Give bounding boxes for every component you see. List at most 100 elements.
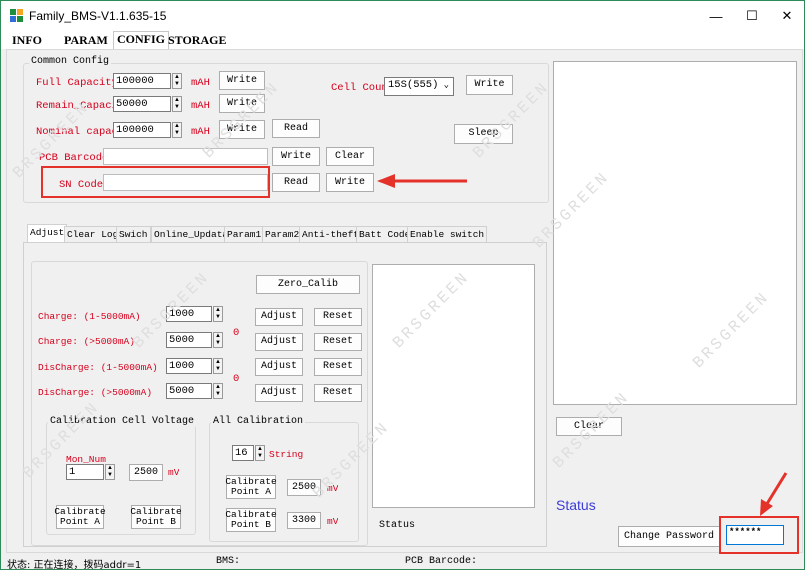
menu-config[interactable]: CONFIG xyxy=(113,31,169,49)
pcb-barcode-label: PCB Barcode xyxy=(39,152,109,164)
tab-clear-log[interactable]: Clear Log xyxy=(64,226,122,242)
cell-voltage-legend: Calibration Cell Voltage xyxy=(48,416,197,427)
annotation-arrow-icon xyxy=(760,472,788,516)
window-title: Family_BMS-V1.1.635-15 xyxy=(29,9,167,23)
nominal-capacity-write-button[interactable]: Write xyxy=(219,120,265,139)
full-capacity-spinner[interactable]: ▲ ▼ xyxy=(172,73,182,89)
charge-high-input[interactable]: 5000 xyxy=(166,332,212,348)
cell-count-value: 15S(555) xyxy=(388,79,439,91)
menu-param[interactable]: PARAM xyxy=(64,33,108,48)
discharge-high-reset-button[interactable]: Reset xyxy=(314,384,362,402)
discharge-low-input[interactable]: 1000 xyxy=(166,358,212,374)
discharge-zero-value: 0 xyxy=(233,373,240,385)
discharge-low-label: DisCharge: (1-5000mA) xyxy=(38,362,158,373)
charge-low-label: Charge: (1-5000mA) xyxy=(38,311,141,322)
sn-code-write-button[interactable]: Write xyxy=(326,173,374,192)
change-password-button[interactable]: Change Password xyxy=(618,526,720,547)
tab-swich[interactable]: Swich xyxy=(116,226,151,242)
charge-high-spinner[interactable]: ▲ ▼ xyxy=(213,332,223,348)
all-calibration-legend: All Calibration xyxy=(211,416,306,427)
menu-info[interactable]: INFO xyxy=(12,33,42,48)
cell-voltage-value[interactable]: 2500 xyxy=(129,464,163,481)
nominal-capacity-input[interactable]: 100000 xyxy=(113,122,171,138)
pcb-barcode-clear-button[interactable]: Clear xyxy=(326,147,374,166)
remain-capacity-unit: mAH xyxy=(191,100,210,112)
cell-count-select[interactable]: 15S(555) ⌄ xyxy=(384,77,454,96)
discharge-low-spinner[interactable]: ▲ ▼ xyxy=(213,358,223,374)
remain-capacity-spinner[interactable]: ▲ ▼ xyxy=(172,96,182,112)
app-icon xyxy=(10,9,24,23)
tab-enable-switch[interactable]: Enable switch xyxy=(407,226,488,242)
all-calibrate-a-unit: mV xyxy=(327,483,339,494)
tab-param2[interactable]: Param2 xyxy=(262,226,303,242)
clear-log-button[interactable]: Clear xyxy=(556,417,622,436)
app-window: Family_BMS-V1.1.635-15 — ☐ ✕ INFO PARAM … xyxy=(0,0,805,570)
cell-count-write-button[interactable]: Write xyxy=(466,75,513,95)
charge-low-input[interactable]: 1000 xyxy=(166,306,212,322)
discharge-high-label: DisCharge: (>5000mA) xyxy=(38,387,153,398)
charge-low-spinner[interactable]: ▲ ▼ xyxy=(213,306,223,322)
bms-status: BMS: xyxy=(216,556,241,567)
nominal-capacity-label: Nominal capaci xyxy=(36,126,113,138)
all-calibrate-b-value[interactable]: 3300 xyxy=(287,512,321,529)
connection-status: 状态: 正在连接，拨码addr=1 xyxy=(7,560,142,570)
string-count-spinner[interactable]: ▲ ▼ xyxy=(255,445,265,461)
nominal-capacity-spinner[interactable]: ▲ ▼ xyxy=(172,122,182,138)
all-calibrate-a-button[interactable]: Calibrate Point A xyxy=(225,475,277,499)
chevron-down-icon: ⌄ xyxy=(443,80,449,90)
charge-low-adjust-button[interactable]: Adjust xyxy=(255,308,303,326)
charge-low-reset-button[interactable]: Reset xyxy=(314,308,362,326)
full-capacity-unit: mAH xyxy=(191,77,210,89)
charge-high-reset-button[interactable]: Reset xyxy=(314,333,362,351)
tab-batt-code[interactable]: Batt Code xyxy=(356,226,414,242)
pcb-barcode-input[interactable] xyxy=(103,148,268,165)
cell-voltage-unit: mV xyxy=(168,467,180,478)
cell-calibrate-a-button[interactable]: Calibrate Point A xyxy=(54,505,106,529)
zero-calib-button[interactable]: Zero_Calib xyxy=(256,275,360,294)
string-label: String xyxy=(269,449,304,460)
title-bar[interactable]: Family_BMS-V1.1.635-15 — ☐ ✕ xyxy=(1,1,804,31)
nominal-capacity-read-button[interactable]: Read xyxy=(272,119,320,138)
charge-high-label: Charge: (>5000mA) xyxy=(38,336,135,347)
discharge-low-reset-button[interactable]: Reset xyxy=(314,358,362,376)
maximize-button[interactable]: ☐ xyxy=(732,1,772,31)
full-capacity-write-button[interactable]: Write xyxy=(219,71,265,90)
adjust-status-label: Status xyxy=(379,520,416,531)
status-label: Status xyxy=(556,497,596,513)
tab-param1[interactable]: Param1 xyxy=(224,226,265,242)
remain-capacity-input[interactable]: 50000 xyxy=(113,96,171,112)
remain-capacity-label: Remain_Capacit xyxy=(36,100,113,112)
status-bar: 状态: 正在连接，拨码addr=1 BMS: PCB Barcode: xyxy=(1,554,804,570)
minimize-button[interactable]: — xyxy=(696,1,736,31)
mon-num-spinner[interactable]: ▲ ▼ xyxy=(105,464,115,480)
charge-zero-value: 0 xyxy=(233,327,240,339)
common-config-legend: Common Config xyxy=(29,56,112,67)
tab-online-updata[interactable]: Online_Updata xyxy=(151,226,232,242)
pcb-barcode-write-button[interactable]: Write xyxy=(272,147,320,166)
tab-anti-theft[interactable]: Anti-theft xyxy=(299,226,363,242)
nominal-capacity-unit: mAH xyxy=(191,126,210,138)
mon-num-input[interactable]: 1 xyxy=(66,464,104,480)
pcb-barcode-status: PCB Barcode: xyxy=(405,556,478,567)
sn-code-read-button[interactable]: Read xyxy=(272,173,320,192)
cell-calibrate-b-button[interactable]: Calibrate Point B xyxy=(130,505,182,529)
string-count-input[interactable]: 16 xyxy=(232,445,254,461)
discharge-high-adjust-button[interactable]: Adjust xyxy=(255,384,303,402)
adjust-log-box[interactable] xyxy=(372,264,535,508)
full-capacity-input[interactable]: 100000 xyxy=(113,73,171,89)
remain-capacity-write-button[interactable]: Write xyxy=(219,94,265,113)
discharge-high-input[interactable]: 5000 xyxy=(166,383,212,399)
annotation-arrow-icon xyxy=(377,174,467,188)
all-calibrate-a-value[interactable]: 2500 xyxy=(287,479,321,496)
tab-adjust[interactable]: Adjust xyxy=(27,224,68,243)
menu-storage[interactable]: STORAGE xyxy=(168,33,226,48)
charge-high-adjust-button[interactable]: Adjust xyxy=(255,333,303,351)
password-highlight-box xyxy=(719,516,799,554)
discharge-low-adjust-button[interactable]: Adjust xyxy=(255,358,303,376)
close-button[interactable]: ✕ xyxy=(767,1,804,31)
full-capacity-label: Full Capacity xyxy=(36,77,113,89)
all-calibrate-b-button[interactable]: Calibrate Point B xyxy=(225,508,277,532)
sleep-button[interactable]: Sleep xyxy=(454,124,513,144)
discharge-high-spinner[interactable]: ▲ ▼ xyxy=(213,383,223,399)
log-output-box[interactable] xyxy=(553,61,797,405)
